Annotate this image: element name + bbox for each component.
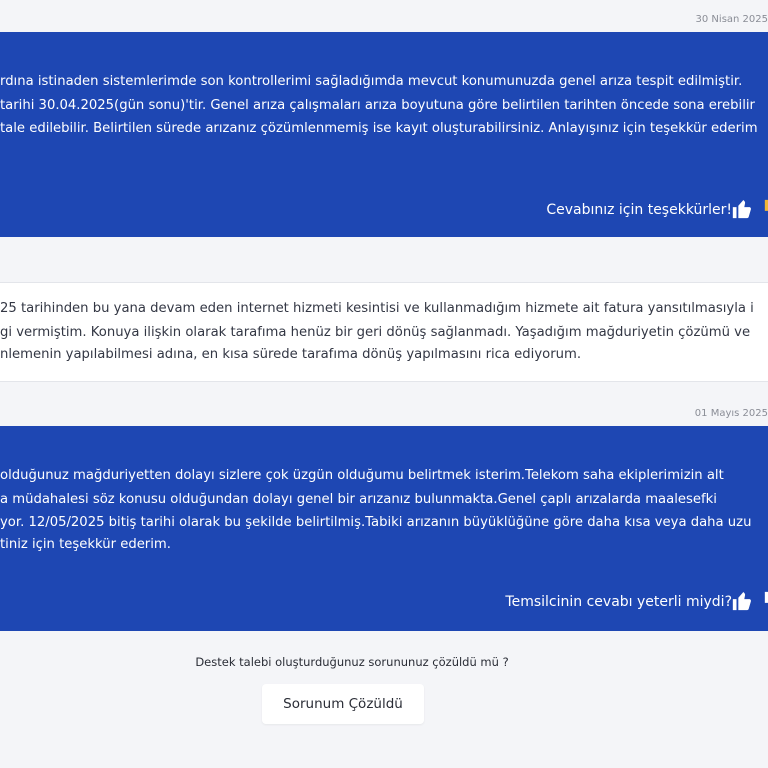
resolution-question: Destek talebi oluşturduğunuz sorununuz ç…	[195, 655, 509, 669]
message-line: rdına istinaden sistemlerimde son kontro…	[0, 74, 743, 89]
message-line: gi vermiştim. Konuya ilişkin olarak tara…	[0, 325, 751, 340]
feedback-label: Cevabınız için teşekkürler!	[546, 202, 732, 218]
message-line: olduğunuz mağduriyetten dolayı sizlere ç…	[0, 468, 724, 483]
message-line: 25 tarihinden bu yana devam eden interne…	[0, 301, 754, 316]
message-line: a müdahalesi söz konusu olduğundan dolay…	[0, 492, 717, 507]
message-line: nlemenin yapılabilmesi adına, en kısa sü…	[0, 347, 582, 362]
message-line: yor. 12/05/2025 bitiş tarihi olarak bu ş…	[0, 515, 752, 530]
message-line: tiniz için teşekkür ederim.	[0, 537, 171, 552]
thumbs-up-icon[interactable]	[731, 198, 753, 220]
user-message: 25 tarihinden bu yana devam eden interne…	[0, 282, 768, 382]
thumbs-up-icon[interactable]	[731, 590, 753, 612]
message-line: tale edilebilir. Belirtilen sürede arıza…	[0, 121, 758, 136]
message-date: 01 Mayıs 2025	[694, 408, 768, 419]
message-date: 30 Nisan 2025	[695, 14, 768, 25]
feedback-question: Temsilcinin cevabı yeterli miydi?	[505, 594, 732, 610]
thumbs-down-icon[interactable]	[763, 590, 768, 612]
chat-page: 30 Nisan 2025 rdına istinaden sistemleri…	[0, 0, 768, 768]
thumbs-down-icon[interactable]	[763, 198, 768, 220]
message-line: tarihi 30.04.2025(gün sonu)'tir. Genel a…	[0, 98, 755, 113]
representative-message: rdına istinaden sistemlerimde son kontro…	[0, 32, 768, 237]
problem-resolved-button[interactable]: Sorunum Çözüldü	[262, 684, 424, 724]
representative-message: olduğunuz mağduriyetten dolayı sizlere ç…	[0, 426, 768, 631]
